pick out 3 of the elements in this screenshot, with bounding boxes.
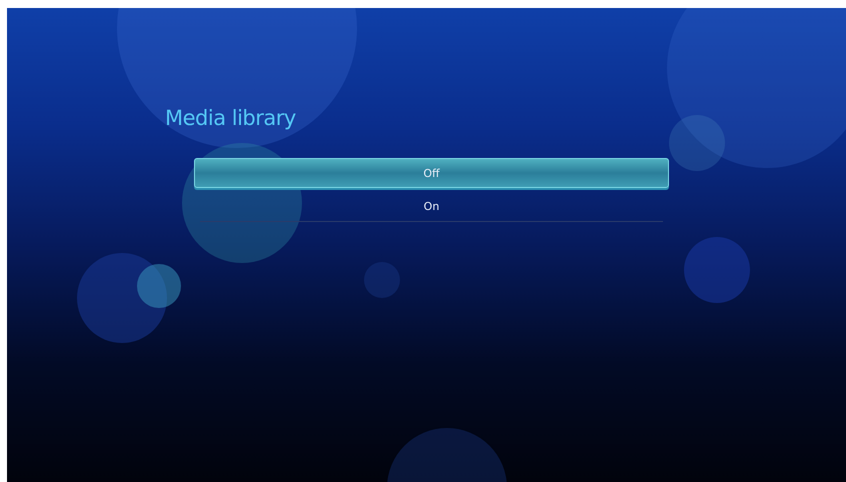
menu-option[interactable]: Off [194,158,669,188]
screen-title: Media library [165,106,297,130]
menu-option[interactable]: On [200,192,663,222]
